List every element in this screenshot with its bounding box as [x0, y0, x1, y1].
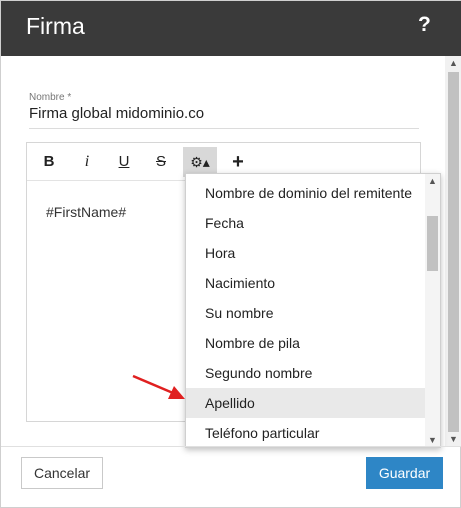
cancel-button[interactable]: Cancelar [21, 457, 103, 489]
dropdown-item[interactable]: Segundo nombre [186, 358, 425, 388]
save-button[interactable]: Guardar [366, 457, 443, 489]
scroll-up-icon[interactable]: ▲ [445, 56, 461, 70]
placeholder-dropdown: Nombre de dominio del remitente Fecha Ho… [185, 173, 441, 448]
dropdown-scroll-up-icon[interactable]: ▲ [425, 174, 440, 188]
dialog-scrollbar[interactable]: ▲ ▼ [445, 56, 461, 446]
dropdown-scrollbar-thumb[interactable] [427, 216, 438, 271]
dialog-scrollbar-thumb[interactable] [448, 72, 459, 432]
dialog-titlebar: Firma ? [1, 1, 461, 56]
scroll-down-icon[interactable]: ▼ [445, 432, 461, 446]
editor-content[interactable]: #FirstName# [46, 204, 126, 220]
dropdown-scrollbar[interactable]: ▲ ▼ [425, 174, 440, 447]
name-field-underline [29, 128, 419, 129]
dropdown-scroll-down-icon[interactable]: ▼ [425, 433, 440, 447]
dropdown-item[interactable]: Nombre de pila [186, 328, 425, 358]
bold-button[interactable]: B [33, 147, 65, 177]
underline-button[interactable]: U [108, 147, 140, 177]
dropdown-item[interactable]: Teléfono particular [186, 418, 425, 447]
dropdown-item[interactable]: Fecha [186, 208, 425, 238]
red-arrow-icon [132, 374, 185, 399]
name-field[interactable]: Firma global midominio.co [29, 105, 204, 122]
signature-dialog: Firma ? ▲ ▼ Nombre * Firma global midomi… [0, 0, 461, 508]
dialog-title: Firma [26, 13, 85, 39]
dropdown-item[interactable]: Nombre de dominio del remitente [186, 178, 425, 208]
footer-divider [1, 446, 461, 447]
dropdown-item[interactable]: Hora [186, 238, 425, 268]
dropdown-item[interactable]: Nacimiento [186, 268, 425, 298]
dropdown-item-highlighted[interactable]: Apellido [186, 388, 425, 418]
strikethrough-button[interactable]: S [145, 147, 177, 177]
italic-button[interactable]: i [71, 147, 103, 177]
dropdown-item[interactable]: Su nombre [186, 298, 425, 328]
help-icon[interactable]: ? [418, 13, 431, 37]
name-field-label: Nombre * [29, 92, 72, 103]
